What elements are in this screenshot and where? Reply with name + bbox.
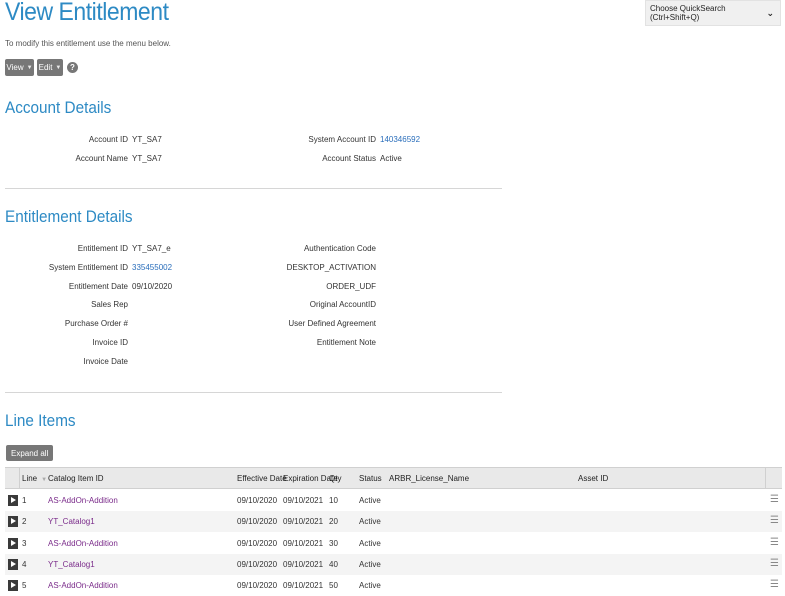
line-items-table-header: Line ▼ Catalog Item ID Effective Date Exp…	[5, 467, 782, 489]
page-subtitle: To modify this entitlement use the menu …	[5, 39, 171, 48]
catalog-item-link[interactable]: YT_Catalog1	[48, 560, 95, 569]
system-account-id-link[interactable]: 140346592	[380, 135, 420, 144]
column-header-line-label: Line	[22, 474, 38, 483]
caret-down-icon: ▼	[26, 64, 33, 71]
row-menu-icon[interactable]: ☰	[770, 579, 779, 590]
column-header-asset-id[interactable]: Asset ID	[578, 474, 608, 483]
row-menu-icon[interactable]: ☰	[770, 537, 779, 548]
catalog-item-link[interactable]: AS-AddOn-Addition	[48, 539, 118, 548]
cell-line: 5	[22, 581, 27, 591]
line-items-heading: Line Items	[5, 411, 76, 430]
catalog-item-link[interactable]: AS-AddOn-Addition	[48, 496, 118, 505]
system-entitlement-id-label: System Entitlement ID	[48, 263, 128, 272]
view-menu-button[interactable]: View ▼	[5, 59, 34, 76]
cell-line: 1	[22, 496, 27, 505]
entitlement-id-value: YT_SA7_e	[132, 244, 171, 253]
user-defined-agreement-label: User Defined Agreement	[288, 319, 376, 328]
invoice-date-label: Invoice Date	[83, 357, 128, 366]
section-divider	[5, 392, 502, 393]
cell-effective: 09/10/2020	[237, 559, 278, 569]
cell-expiration: 09/10/2021	[283, 517, 324, 527]
section-divider	[5, 188, 502, 189]
column-header-effective-date[interactable]: Effective Date	[237, 474, 287, 483]
cell-effective: 09/10/2020	[237, 538, 278, 548]
entitlement-id-label: Entitlement ID	[77, 244, 128, 253]
cell-line: 2	[22, 517, 27, 527]
column-separator	[19, 468, 20, 488]
edit-button-label: Edit	[38, 63, 53, 72]
entitlement-details-heading: Entitlement Details	[5, 207, 133, 226]
view-button-label: View	[6, 63, 24, 72]
authentication-code-label: Authentication Code	[303, 244, 376, 253]
help-icon[interactable]: ?	[67, 62, 78, 73]
invoice-id-label: Invoice ID	[92, 338, 128, 347]
account-name-value: YT_SA7	[132, 154, 162, 163]
original-account-id-label: Original AccountID	[309, 300, 376, 309]
cell-effective: 09/10/2020	[237, 496, 278, 505]
cell-status: Active	[359, 538, 381, 548]
cell-qty: 30	[329, 538, 338, 548]
expand-row-icon[interactable]	[8, 516, 18, 528]
cell-effective: 09/10/2020	[237, 517, 278, 527]
cell-status: Active	[359, 517, 381, 527]
cell-status: Active	[359, 581, 381, 591]
column-header-qty[interactable]: Qty	[329, 474, 341, 483]
cell-effective: 09/10/2020	[237, 581, 278, 591]
cell-expiration: 09/10/2021	[283, 538, 324, 548]
edit-menu-button[interactable]: Edit ▼	[37, 59, 63, 76]
table-row: 4 YT_Catalog1 09/10/2020 09/10/2021 40 Active…	[5, 553, 782, 575]
cell-qty: 40	[329, 559, 338, 569]
row-menu-icon[interactable]: ☰	[770, 515, 779, 526]
account-name-label: Account Name	[75, 154, 128, 163]
purchase-order-label: Purchase Order #	[64, 319, 128, 328]
entitlement-note-label: Entitlement Note	[316, 338, 376, 347]
order-udf-label: ORDER_UDF	[326, 282, 376, 291]
sort-icon: ▼	[41, 477, 48, 483]
system-account-id-label: System Account ID	[308, 135, 376, 144]
column-header-line[interactable]: Line ▼	[22, 474, 47, 483]
catalog-item-link[interactable]: AS-AddOn-Addition	[48, 581, 118, 590]
account-status-label: Account Status	[322, 154, 376, 163]
column-header-catalog-item-id[interactable]: Catalog Item ID	[48, 474, 104, 483]
cell-status: Active	[359, 496, 381, 505]
expand-row-icon[interactable]	[8, 558, 18, 570]
catalog-item-link[interactable]: YT_Catalog1	[48, 517, 95, 526]
cell-line: 4	[22, 559, 27, 569]
page-title: View Entitlement	[5, 0, 169, 26]
expand-row-icon[interactable]	[8, 495, 18, 506]
table-row: 1 AS-AddOn-Addition 09/10/2020 09/10/2021 10…	[5, 490, 782, 511]
table-row: 5 AS-AddOn-Addition 09/10/2020 09/10/2021 50…	[5, 575, 782, 596]
system-entitlement-id-link[interactable]: 335455002	[132, 263, 172, 272]
quicksearch-select[interactable]: Choose QuickSearch (Ctrl+Shift+Q) ⌄	[645, 0, 781, 26]
cell-line: 3	[22, 538, 27, 548]
table-row: 3 AS-AddOn-Addition 09/10/2020 09/10/2021 30…	[5, 533, 782, 554]
table-row: 2 YT_Catalog1 09/10/2020 09/10/2021 20 Active…	[5, 511, 782, 533]
cell-expiration: 09/10/2021	[283, 581, 324, 591]
column-separator	[765, 468, 766, 488]
expand-row-icon[interactable]	[8, 580, 18, 592]
chevron-down-icon: ⌄	[766, 7, 774, 18]
row-menu-icon[interactable]: ☰	[770, 558, 779, 569]
column-header-arbr-license-name[interactable]: ARBR_License_Name	[389, 474, 469, 483]
cell-qty: 50	[329, 581, 338, 591]
expand-row-icon[interactable]	[8, 537, 18, 549]
cell-expiration: 09/10/2021	[283, 496, 324, 505]
account-details-heading: Account Details	[5, 98, 112, 117]
row-menu-icon[interactable]: ☰	[770, 494, 779, 505]
expand-all-button[interactable]: Expand all	[6, 445, 54, 461]
entitlement-date-value: 09/10/2020	[132, 282, 173, 291]
account-id-label: Account ID	[88, 135, 128, 144]
cell-status: Active	[359, 559, 381, 569]
entitlement-date-label: Entitlement Date	[68, 282, 128, 291]
cell-qty: 20	[329, 517, 338, 527]
authentication-code-value: DESKTOP_ACTIVATION	[286, 263, 376, 272]
column-header-status[interactable]: Status	[359, 474, 382, 483]
quicksearch-label: Choose QuickSearch (Ctrl+Shift+Q)	[650, 4, 726, 22]
cell-qty: 10	[329, 496, 338, 505]
sales-rep-label: Sales Rep	[91, 300, 128, 309]
cell-expiration: 09/10/2021	[283, 559, 324, 569]
account-id-value: YT_SA7	[132, 135, 162, 144]
account-status-value: Active	[380, 154, 402, 163]
caret-down-icon: ▼	[55, 64, 62, 71]
